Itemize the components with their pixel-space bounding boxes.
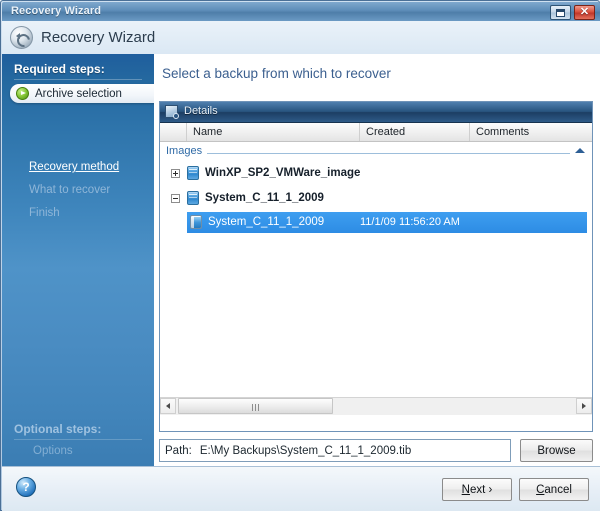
collapse-icon[interactable] [171,194,180,203]
scroll-left-arrow[interactable] [160,398,176,414]
path-label: Path: [165,444,192,457]
triangle-left-icon [166,403,170,409]
help-icon[interactable]: ? [16,477,36,497]
sidebar-optional-heading: Optional steps: [14,422,102,436]
browse-button[interactable]: Browse [520,439,593,462]
path-input[interactable]: Path: E:\My Backups\System_C_11_1_2009.t… [159,439,511,462]
details-panel-title: Details [184,105,218,117]
table-row-selected[interactable]: System_C_11_1_2009 11/1/09 11:56:20 AM [187,212,587,233]
sidebar-item-what-to-recover: What to recover [29,184,111,196]
path-row: Path: E:\My Backups\System_C_11_1_2009.t… [159,439,593,462]
sidebar-required-heading: Required steps: [14,62,105,76]
table-cell-name: System_C_11_1_2009 [208,216,325,228]
next-button[interactable]: Next › [442,478,512,501]
table-cell-name: System_C_11_1_2009 [205,192,324,204]
expand-icon[interactable] [171,169,180,178]
sidebar-item-archive-selection[interactable]: Archive selection [10,84,154,103]
horizontal-scrollbar[interactable] [160,397,592,415]
chevron-up-icon[interactable] [575,148,585,153]
restore-button[interactable] [550,5,571,20]
scrollbar-grip-icon [251,404,260,411]
cancel-button-mnemonic: C [536,483,545,496]
table-cell-created: 11/1/09 11:56:20 AM [360,216,460,228]
page-title: Recovery Wizard [41,29,156,46]
window-frame: Recovery Wizard ✕ Recovery Wizard Requir… [0,0,600,511]
header-band: Recovery Wizard [2,21,600,55]
table-cell-name: WinXP_SP2_VMWare_image [205,167,361,179]
footer-bar: ? Next › Cancel [2,466,600,511]
sidebar-item-finish: Finish [29,207,60,219]
sidebar-item-label-archive-selection: Archive selection [35,87,122,100]
close-button[interactable]: ✕ [574,5,595,20]
table-row[interactable]: WinXP_SP2_VMWare_image [160,163,592,184]
column-header-blank[interactable] [160,123,187,141]
back-arrow-icon[interactable] [10,26,33,49]
path-value[interactable]: E:\My Backups\System_C_11_1_2009.tib [200,445,411,457]
sidebar: Required steps: Archive selection Recove… [2,54,154,466]
sidebar-item-options: Options [33,445,73,457]
window-title: Recovery Wizard [11,5,102,17]
sidebar-divider-optional [14,439,142,440]
cancel-button-label: ancel [544,483,572,496]
title-bar[interactable]: Recovery Wizard ✕ [2,2,600,21]
close-icon: ✕ [579,6,590,18]
group-header-images[interactable]: Images [160,145,592,161]
content-area: Select a backup from which to recover De… [154,54,600,466]
details-panel-header: Details [160,102,592,123]
back-arrow-head [16,33,20,39]
next-button-mnemonic: N [461,483,470,496]
cancel-button[interactable]: Cancel [519,478,589,501]
triangle-right-icon [582,403,586,409]
group-header-label: Images [166,145,208,157]
sidebar-item-recovery-method[interactable]: Recovery method [29,161,119,173]
restore-icon [556,8,565,17]
column-header-comments[interactable]: Comments [470,123,592,141]
current-step-arrow-icon [16,87,29,100]
details-icon [165,105,179,119]
drive-icon [187,191,199,205]
next-button-label: ext › [469,483,493,496]
recovery-wizard-window: Recovery Wizard ✕ Recovery Wizard Requir… [0,0,600,511]
column-header-name[interactable]: Name [187,123,360,141]
content-heading: Select a backup from which to recover [162,66,391,81]
drive-icon [187,166,199,180]
table-row[interactable]: System_C_11_1_2009 [160,188,592,209]
scroll-right-arrow[interactable] [576,398,592,414]
backup-list: Images WinXP_SP2_VMWare_image System_C_1… [160,142,592,415]
archive-icon [190,215,202,229]
sidebar-divider-required [14,79,142,80]
details-panel: Details Name Created Comments Images Win… [159,101,593,432]
scrollbar-thumb[interactable] [178,398,333,414]
group-header-rule [166,153,570,154]
list-column-header: Name Created Comments [160,123,592,142]
column-header-created[interactable]: Created [360,123,470,141]
